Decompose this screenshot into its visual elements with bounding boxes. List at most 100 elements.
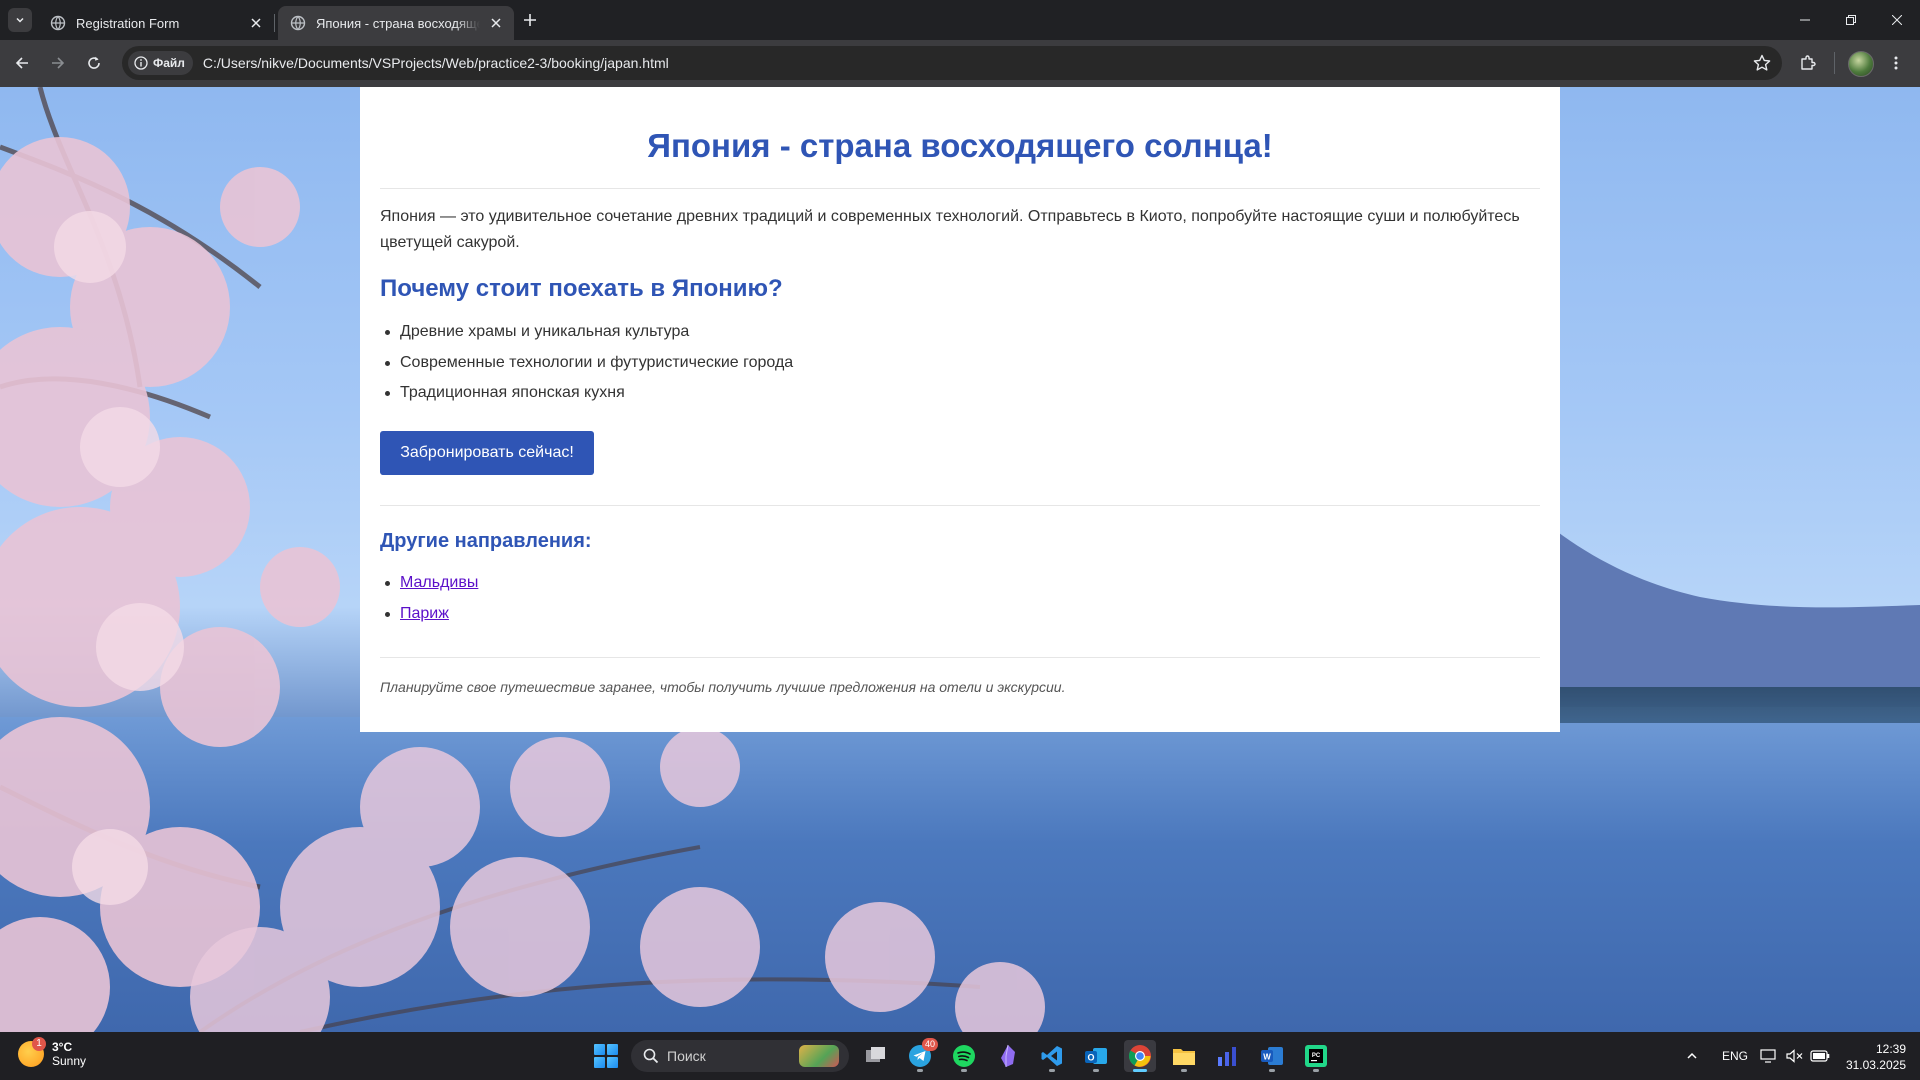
globe-icon [50,15,66,31]
clock-date: 31.03.2025 [1845,1058,1906,1072]
new-tab-button[interactable] [520,10,540,30]
start-button[interactable] [594,1044,618,1068]
site-info-chip[interactable]: Файл [128,51,193,75]
chrome-app[interactable] [1124,1040,1156,1072]
sun-icon: 1 [18,1037,46,1067]
pycharm-icon: PC [1305,1045,1327,1067]
site-info-label: Файл [153,56,185,70]
minimize-icon [1800,19,1810,21]
weather-widget[interactable]: 1 3°C Sunny [18,1037,87,1068]
chevron-down-icon [16,17,24,23]
list-item: Современные технологии и футуристические… [380,353,1540,384]
search-placeholder: Поиск [667,1048,706,1064]
outlook-app[interactable]: O [1080,1040,1112,1072]
tab-registration-form[interactable]: Registration Form [38,6,274,40]
tab-close-icon[interactable] [488,15,504,31]
search-icon [643,1048,659,1064]
link-paris[interactable]: Париж [400,605,449,622]
running-indicator [1269,1069,1275,1072]
profile-avatar[interactable] [1848,51,1874,77]
spotify-icon [953,1045,975,1067]
svg-text:PC: PC [1312,1053,1321,1059]
info-icon [134,56,148,70]
word-icon: W [1261,1047,1283,1065]
list-item: Традиционная японская кухня [380,383,1540,414]
tab-japan[interactable]: Япония - страна восходящего солнца! [278,6,514,40]
divider [380,505,1540,506]
running-indicator [961,1069,967,1072]
list-item: Мальдивы [380,573,478,604]
tab-search-button[interactable] [8,8,32,32]
network-status[interactable] [1760,1032,1778,1080]
battery-status[interactable] [1810,1032,1830,1080]
task-view-button[interactable] [860,1040,892,1072]
book-now-button[interactable]: Забронировать сейчас! [380,431,594,475]
reasons-list: Древние храмы и уникальная культура Совр… [380,322,1540,414]
running-indicator [1093,1069,1099,1072]
taskbar-search[interactable]: Поиск [631,1040,849,1072]
divider [380,657,1540,658]
bar-chart-icon [1218,1047,1236,1066]
windows-logo-pane [594,1044,605,1055]
system-clock[interactable]: 12:39 31.03.2025 [1846,1041,1906,1073]
windows-logo-pane [607,1044,618,1055]
windows-logo-pane [607,1057,618,1068]
address-bar[interactable]: Файл C:/Users/nikve/Documents/VSProjects… [122,46,1782,80]
battery-icon [1810,1050,1830,1062]
footer-note: Планируйте свое путешествие заранее, что… [380,679,1066,695]
more-vertical-icon [1894,56,1898,70]
back-button[interactable] [10,51,34,75]
charts-app[interactable] [1212,1040,1244,1072]
svg-text:W: W [1263,1053,1271,1062]
link-maldives[interactable]: Мальдивы [400,574,478,591]
show-hidden-icons[interactable] [1686,1032,1698,1080]
content-card: Япония - страна восходящего солнца! Япон… [360,87,1560,732]
intro-paragraph: Япония — это удивительное сочетание древ… [380,208,1520,251]
destinations-list: Мальдивы Париж [380,573,478,634]
tab-close-icon[interactable] [248,15,264,31]
forward-button[interactable] [46,51,70,75]
running-indicator [1313,1069,1319,1072]
url-text[interactable]: C:/Users/nikve/Documents/VSProjects/Web/… [203,55,669,71]
bookmark-star-icon[interactable] [1752,53,1772,73]
input-language[interactable]: ENG [1722,1032,1748,1080]
vscode-app[interactable] [1036,1040,1068,1072]
pycharm-app[interactable]: PC [1300,1040,1332,1072]
minimize-button[interactable] [1782,0,1828,40]
volume-status[interactable] [1786,1032,1804,1080]
puzzle-icon [1801,55,1816,70]
tab-title: Япония - страна восходящего солнца! [316,15,480,31]
svg-text:O: O [1087,1053,1094,1063]
word-app[interactable]: W [1256,1040,1288,1072]
close-window-button[interactable] [1874,0,1920,40]
running-indicator [1133,1069,1147,1072]
obsidian-app[interactable] [992,1040,1024,1072]
file-explorer-app[interactable] [1168,1040,1200,1072]
telegram-app[interactable]: 40 [904,1038,938,1072]
cherry-blossom-bottom [190,727,1045,1032]
task-view-icon [866,1047,885,1062]
network-icon [1760,1049,1776,1063]
toolbar-separator [1834,52,1835,74]
reload-icon [88,56,100,69]
weather-condition: Sunny [52,1054,87,1068]
tab-title: Registration Form [76,15,180,31]
running-indicator [1181,1069,1187,1072]
tab-divider [274,14,275,32]
running-indicator [917,1069,923,1072]
tab-strip: Registration Form Япония - страна восход… [0,0,1920,40]
running-indicator [1049,1069,1055,1072]
clock-time: 12:39 [1875,1042,1906,1056]
extensions-button[interactable] [1796,51,1820,75]
spotify-app[interactable] [948,1040,980,1072]
folder-icon [1173,1049,1195,1065]
arrow-right-icon [52,57,65,69]
globe-icon [290,15,306,31]
chrome-icon [1128,1045,1151,1067]
vscode-icon [1041,1046,1062,1066]
search-highlight-icon [799,1045,839,1067]
chrome-menu-button[interactable] [1884,51,1908,75]
restore-button[interactable] [1828,0,1874,40]
reload-button[interactable] [82,51,106,75]
obsidian-icon [1001,1044,1015,1067]
